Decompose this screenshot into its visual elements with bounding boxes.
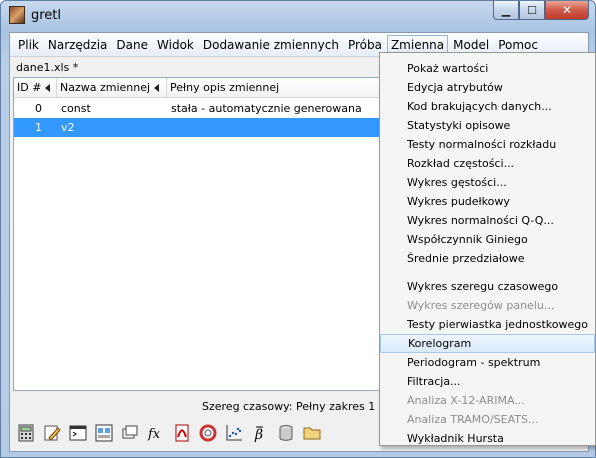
lifebuoy-icon[interactable] [198, 423, 218, 443]
folder-icon[interactable] [302, 423, 322, 443]
maximize-button[interactable]: ☐ [519, 1, 545, 20]
menu-plik[interactable]: Plik [14, 35, 43, 55]
menu-option-19: Analiza TRAMO/SEATS... [407, 413, 539, 426]
calculator-icon[interactable] [16, 423, 36, 443]
menu-option-7[interactable]: Wykres gęstości... [380, 173, 595, 192]
menu-widok[interactable]: Widok [153, 35, 198, 55]
menu-option-9[interactable]: Wykres normalności Q-Q... [380, 211, 595, 230]
terminal-icon[interactable] [68, 423, 88, 443]
menu-option-12[interactable]: Wykres szeregu czasowego [380, 277, 595, 296]
menu-option-3[interactable]: Kod brakujących danych... [380, 97, 595, 116]
column-header-id[interactable]: ID # [14, 78, 57, 97]
sort-arrow-icon [154, 84, 160, 92]
close-button[interactable]: ✕ [545, 1, 589, 20]
column-header-description-label: Pełny opis zmiennej [170, 81, 280, 94]
column-header-name-label: Nazwa zmiennej [60, 81, 151, 94]
bottom-toolbar: fx β [16, 421, 328, 445]
menu-option-5[interactable]: Testy normalności rozkładu [380, 135, 595, 154]
data-file-name: dane1.xls * [16, 61, 79, 74]
row-variable-name: v2 [61, 121, 75, 134]
row-variable-description: stała - automatycznie generowana [171, 102, 362, 115]
menu-dane[interactable]: Dane [112, 35, 152, 55]
edit-script-icon[interactable] [42, 423, 62, 443]
menu-option-2[interactable]: Edycja atrybutów [380, 78, 595, 97]
menu-option-17[interactable]: Filtracja... [380, 372, 595, 391]
zmienna-dropdown-menu: Pokaż wartości Edycja atrybutów Kod brakuj… [379, 52, 596, 446]
menu-dodawanie-zmiennych[interactable]: Dodawanie zmiennych [199, 35, 343, 55]
menu-option-6[interactable]: Rozkład częstości... [380, 154, 595, 173]
menu-option-18: Analiza X-12-ARIMA... [407, 394, 525, 407]
menu-option-13: Wykres szeregów panelu... [407, 299, 555, 312]
function-icon[interactable]: fx [146, 423, 166, 443]
title-bar[interactable]: gretl ▁ ☐ ✕ [1, 1, 595, 31]
column-header-id-label: ID # [17, 81, 42, 94]
menu-option-1[interactable]: Pokaż wartości [380, 59, 595, 78]
status-text: Szereg czasowy: Pełny zakres 1 - 5 [202, 400, 394, 413]
menu-option-10[interactable]: Współczynnik Giniego [380, 230, 595, 249]
menu-option-11[interactable]: Średnie przedziałowe [380, 249, 595, 268]
windows-icon[interactable] [120, 423, 140, 443]
menu-option-8[interactable]: Wykres pudełkowy [380, 192, 595, 211]
window-title: gretl [31, 8, 62, 23]
menu-option-20[interactable]: Wykładnik Hursta [380, 429, 595, 448]
menu-option-4[interactable]: Statystyki opisowe [380, 116, 595, 135]
column-header-name[interactable]: Nazwa zmiennej [57, 78, 167, 97]
row-id: 1 [35, 121, 42, 134]
database-icon[interactable] [276, 423, 296, 443]
sort-arrow-icon [45, 84, 51, 92]
row-variable-name: const [61, 102, 91, 115]
gretl-logo-icon [9, 6, 25, 24]
menu-option-14[interactable]: Testy pierwiastka jednostkowego [380, 315, 595, 334]
svg-text:β: β [254, 427, 263, 442]
row-id: 0 [35, 102, 42, 115]
minimize-button[interactable]: ▁ [493, 1, 519, 20]
scatter-plot-icon[interactable] [224, 423, 244, 443]
menu-narzedzia[interactable]: Narzędzia [44, 35, 112, 55]
menu-option-15[interactable]: Korelogram [380, 334, 595, 353]
pdf-help-icon[interactable] [172, 423, 192, 443]
svg-text:fx: fx [147, 427, 161, 442]
menu-option-16[interactable]: Periodogram - spektrum [380, 353, 595, 372]
session-icon[interactable] [94, 423, 114, 443]
beta-model-icon[interactable]: β [250, 423, 270, 443]
